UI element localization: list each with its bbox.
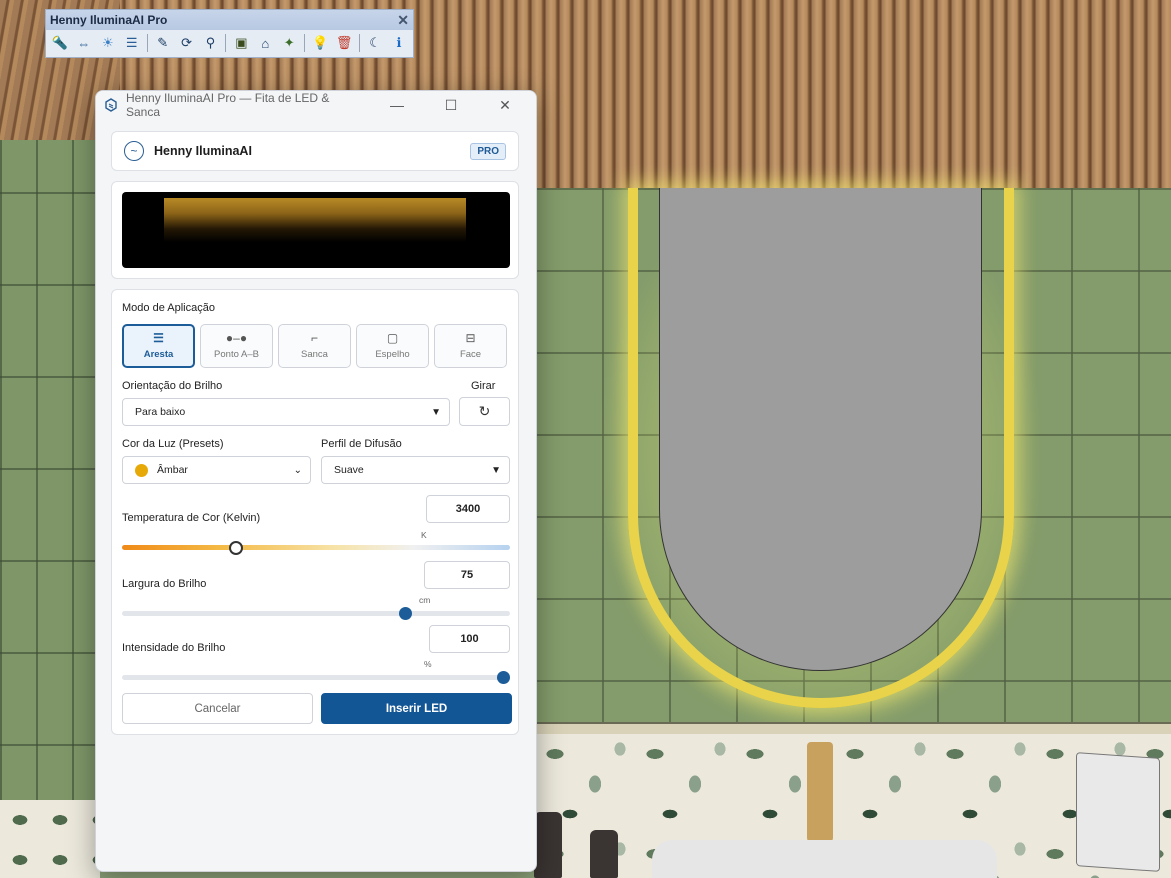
orientation-select[interactable]: Para baixo ▼ (122, 398, 450, 426)
width-slider-thumb[interactable] (399, 607, 413, 620)
intensity-unit: % (424, 659, 432, 669)
faucet-column (807, 742, 833, 842)
intensity-slider-thumb[interactable] (497, 671, 510, 684)
mode-label-text: Sanca (301, 349, 328, 360)
chevron-down-icon: ▼ (491, 464, 501, 476)
mode-button-sanca[interactable]: ⌐ Sanca (278, 324, 351, 368)
toolbar-separator (225, 34, 227, 52)
intensity-input[interactable]: 100 (429, 625, 510, 653)
mode-icon: ▢ (386, 331, 399, 345)
mode-icon: ⊟ (465, 331, 476, 345)
intensity-slider[interactable] (122, 671, 510, 684)
toolbar-separator (359, 34, 361, 52)
settings-form: Modo de Aplicação ☰ Aresta ●–● Ponto A–B ⌐ Sa… (111, 289, 519, 735)
soap-bottle (590, 830, 618, 878)
bulb-icon[interactable]: 💡 (310, 33, 330, 53)
edit-light-icon[interactable]: ✎ (153, 33, 173, 53)
temperature-unit: K (421, 530, 427, 540)
cove-icon[interactable]: ⌂ (255, 33, 275, 53)
width-slider[interactable] (122, 607, 510, 620)
preview-glow (164, 198, 466, 242)
refresh-render-icon[interactable]: ⟳ (177, 33, 197, 53)
led-preview (122, 192, 510, 268)
terrazzo-counter-left (0, 800, 100, 878)
mode-button-face[interactable]: ⊟ Face (434, 324, 507, 368)
orientation-label: Orientação do Brilho (122, 380, 223, 392)
basin (652, 840, 997, 878)
mode-icon: ☰ (153, 331, 164, 345)
mode-button-aresta[interactable]: ☰ Aresta (122, 324, 195, 368)
mode-label-text: Espelho (375, 349, 410, 360)
width-label: Largura do Brilho (122, 578, 207, 590)
toolbar-separator (304, 34, 306, 52)
spotlight-icon[interactable]: 🔦 (50, 33, 70, 53)
temperature-slider-thumb[interactable] (228, 541, 243, 555)
mode-label-text: Ponto A–B (214, 349, 259, 360)
search-lights-icon[interactable]: ⚲ (201, 33, 221, 53)
info-icon[interactable]: ℹ (389, 33, 409, 53)
rotate-button[interactable]: ↻ (459, 397, 510, 426)
toolbar-title: Henny IluminaAI Pro (50, 13, 168, 27)
temperature-input[interactable]: 3400 (426, 495, 510, 523)
towel (1076, 752, 1160, 872)
night-mode-icon[interactable]: ☾ (365, 33, 385, 53)
rotate-icon: ↻ (478, 403, 491, 419)
temperature-label: Temperatura de Cor (Kelvin) (122, 512, 261, 524)
rotate-label: Girar (471, 380, 496, 392)
delete-icon[interactable]: 🗑 (334, 33, 354, 53)
mode-label-text: Aresta (143, 349, 174, 360)
diffusion-value: Suave (334, 464, 364, 476)
color-swatch (135, 463, 148, 477)
insert-led-button[interactable]: Inserir LED (321, 693, 512, 724)
minimize-button[interactable]: — (374, 97, 420, 113)
select-frame-icon[interactable]: ▣ (231, 33, 251, 53)
sparkle-icon[interactable]: ✦ (279, 33, 299, 53)
preview-card (111, 181, 519, 279)
led-strip-icon[interactable]: ⇔ (74, 33, 94, 53)
mode-icon: ●–● (225, 331, 248, 345)
color-label: Cor da Luz (Presets) (122, 438, 224, 450)
plugin-toolbar: Henny IluminaAI Pro ✕ 🔦 ⇔ ☀ ☰ ✎ ⟳ ⚲ ▣ ⌂ ✦ 💡 🗑 ☾ ℹ (45, 9, 414, 58)
light-bulb-ring-icon[interactable]: ☀ (98, 33, 118, 53)
temperature-slider[interactable] (122, 541, 510, 555)
color-value: Âmbar (157, 464, 188, 476)
soap-bottle (534, 812, 562, 878)
brand-name: Henny IluminaAI (154, 144, 252, 158)
intensity-label: Intensidade do Brilho (122, 642, 226, 654)
brand-logo-icon: ~ (124, 141, 144, 161)
orientation-value: Para baixo (135, 406, 186, 418)
mode-button-espelho[interactable]: ▢ Espelho (356, 324, 429, 368)
color-preset-select[interactable]: Âmbar ⌄ (122, 456, 311, 484)
green-tile-wall-left (0, 100, 100, 820)
diffusion-label: Perfil de Difusão (321, 438, 402, 450)
pro-badge: PRO (470, 142, 506, 160)
window-title: Henny IluminaAI Pro — Fita de LED & Sanc… (126, 91, 330, 119)
close-icon[interactable]: ✕ (397, 12, 409, 29)
mode-label-text: Face (459, 349, 482, 360)
mode-label: Modo de Aplicação (122, 302, 215, 314)
diffusion-select[interactable]: Suave ▼ (321, 456, 510, 484)
cancel-button[interactable]: Cancelar (122, 693, 313, 724)
chevron-down-icon: ⌄ (293, 464, 302, 476)
app-icon (105, 98, 117, 112)
arched-mirror (659, 188, 982, 671)
close-button[interactable]: ✕ (482, 97, 528, 114)
toolbar-separator (146, 34, 148, 52)
window-titlebar[interactable]: Henny IluminaAI Pro — Fita de LED & Sanc… (96, 91, 536, 119)
width-input[interactable]: 75 (424, 561, 510, 589)
brand-header: ~ Henny IluminaAI PRO (111, 131, 519, 171)
toolbar-icons: 🔦 ⇔ ☀ ☰ ✎ ⟳ ⚲ ▣ ⌂ ✦ 💡 🗑 ☾ ℹ (46, 30, 413, 56)
maximize-button[interactable]: ☐ (428, 97, 474, 114)
mode-button-ponto-a-b[interactable]: ●–● Ponto A–B (200, 324, 273, 368)
led-dialog: Henny IluminaAI Pro — Fita de LED & Sanc… (95, 90, 537, 872)
chevron-down-icon: ▼ (431, 406, 441, 418)
toolbar-titlebar[interactable]: Henny IluminaAI Pro ✕ (46, 10, 413, 30)
mode-selector: ☰ Aresta ●–● Ponto A–B ⌐ Sanca ▢ Espelho ⊟ Face (122, 324, 507, 368)
mode-icon: ⌐ (310, 331, 318, 345)
sliders-icon[interactable]: ☰ (122, 33, 142, 53)
width-unit: cm (419, 595, 431, 605)
